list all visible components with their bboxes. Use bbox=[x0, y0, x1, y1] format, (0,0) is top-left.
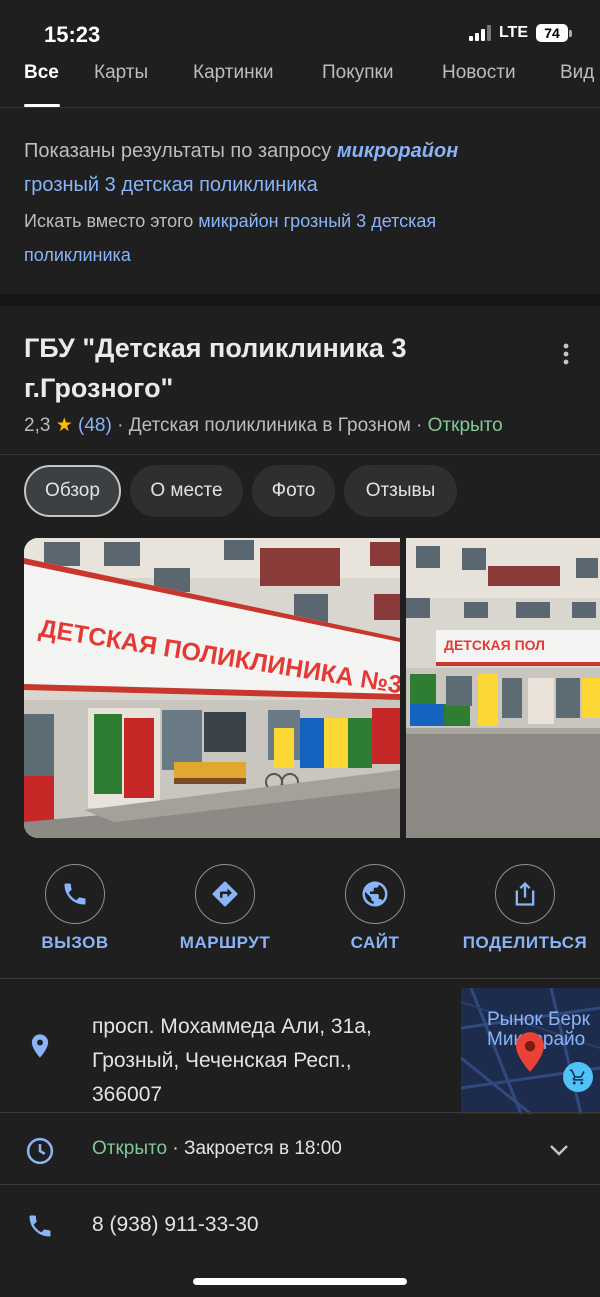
chip-overview[interactable]: Обзор bbox=[24, 465, 121, 517]
share-label: ПОДЕЛИТЬСЯ bbox=[462, 933, 588, 952]
divider bbox=[0, 1112, 600, 1113]
address-text: просп. Мохаммеда Али, 31а, Грозный, Чече… bbox=[92, 1015, 372, 1106]
place-photo[interactable]: ДЕТСКАЯ ПОЛ bbox=[406, 538, 600, 838]
search-instead-text: Искать вместо этого микрайон грозный 3 д… bbox=[24, 211, 437, 265]
hours-text: Открыто · Закроется в 18:00 bbox=[92, 1138, 342, 1160]
share-icon bbox=[515, 881, 535, 906]
corrected-query-link-rest[interactable]: грозный 3 детская поликлиника bbox=[24, 168, 318, 202]
network-type: LTE bbox=[498, 24, 528, 41]
tab-images[interactable]: Картинки bbox=[193, 62, 274, 84]
rating-value: 2,3 bbox=[24, 415, 51, 436]
hours-closing: · Закроется в 18:00 bbox=[167, 1138, 342, 1159]
more-options-icon[interactable] bbox=[556, 342, 576, 366]
divider bbox=[0, 1184, 600, 1185]
shown-results-text: Показаны результаты по запросу микрорайо… bbox=[24, 140, 459, 162]
star-icon: ★ bbox=[55, 415, 73, 436]
tab-all[interactable]: Все bbox=[24, 62, 59, 84]
chip-photos[interactable]: Фото bbox=[252, 465, 335, 517]
chip-about[interactable]: О месте bbox=[130, 465, 243, 517]
place-card: ГБУ "Детская поликлиника 3 г.Грозного" 2… bbox=[0, 306, 600, 1297]
location-pin-icon bbox=[31, 1034, 49, 1058]
website-label: САЙТ bbox=[350, 933, 400, 952]
mini-map[interactable]: Рынок Берк Микрорайо bbox=[461, 988, 600, 1114]
place-tabs: Обзор О месте Фото Отзывы bbox=[24, 465, 457, 517]
tab-video[interactable]: Вид bbox=[560, 62, 594, 84]
search-tabs: Все Карты Картинки Покупки Новости Вид bbox=[0, 60, 600, 108]
place-title[interactable]: ГБУ "Детская поликлиника 3 г.Грозного" bbox=[24, 328, 524, 408]
active-tab-indicator bbox=[24, 104, 60, 107]
status-indicators: LTE 74 bbox=[468, 24, 572, 42]
battery-icon: 74 bbox=[536, 24, 572, 42]
photo-sign-text: ДЕТСКАЯ ПОЛ bbox=[444, 637, 545, 653]
divider bbox=[0, 978, 600, 979]
photo-carousel[interactable]: ДЕТСКАЯ ПОЛИКЛИНИКА №3 ДЕТСКАЯ ПОЛ bbox=[24, 538, 600, 838]
tab-shopping[interactable]: Покупки bbox=[322, 62, 393, 84]
corrected-query-link[interactable]: микрорайон bbox=[337, 140, 458, 162]
website-button[interactable]: САЙТ bbox=[300, 864, 450, 953]
divider bbox=[0, 454, 600, 455]
action-buttons: ВЫЗОВ МАРШРУТ САЙТ ПОДЕЛИТЬСЯ bbox=[0, 864, 600, 974]
shopping-cart-icon bbox=[563, 1062, 593, 1092]
chevron-down-icon[interactable] bbox=[548, 1142, 570, 1158]
address-row[interactable]: просп. Мохаммеда Али, 31а, Грозный, Чече… bbox=[0, 980, 600, 1114]
signal-icon bbox=[468, 25, 491, 41]
original-query-link-rest[interactable]: поликлиника bbox=[24, 245, 131, 265]
hours-row[interactable]: Открыто · Закроется в 18:00 bbox=[0, 1114, 600, 1186]
spelling-correction: Показаны результаты по запросу микрорайо… bbox=[0, 108, 600, 294]
status-time: 15:23 bbox=[44, 22, 101, 47]
status-bar: 15:23 LTE 74 bbox=[0, 0, 600, 60]
directions-icon bbox=[212, 881, 238, 907]
hours-open-status: Открыто bbox=[92, 1138, 168, 1159]
battery-level: 74 bbox=[536, 24, 568, 42]
globe-icon bbox=[362, 881, 388, 907]
directions-button[interactable]: МАРШРУТ bbox=[150, 864, 300, 953]
phone-icon bbox=[64, 883, 86, 905]
phone-number: 8 (938) 911-33-30 bbox=[92, 1213, 259, 1236]
rating-row: 2,3 ★ (48) · Детская поликлиника в Грозн… bbox=[24, 414, 503, 437]
tab-maps[interactable]: Карты bbox=[94, 62, 148, 84]
home-indicator[interactable] bbox=[193, 1278, 407, 1285]
phone-row[interactable]: 8 (938) 911-33-30 bbox=[0, 1186, 600, 1266]
clock-icon bbox=[26, 1137, 54, 1165]
open-status: Открыто bbox=[427, 415, 503, 436]
section-separator bbox=[0, 294, 600, 306]
tab-news[interactable]: Новости bbox=[442, 62, 516, 84]
review-count-link[interactable]: (48) bbox=[78, 415, 112, 436]
phone-icon bbox=[29, 1215, 51, 1237]
directions-label: МАРШРУТ bbox=[179, 933, 271, 952]
share-button[interactable]: ПОДЕЛИТЬСЯ bbox=[450, 864, 600, 953]
call-button[interactable]: ВЫЗОВ bbox=[0, 864, 150, 953]
place-photo[interactable]: ДЕТСКАЯ ПОЛИКЛИНИКА №3 bbox=[24, 538, 400, 838]
original-query-link[interactable]: микрайон грозный 3 детская bbox=[198, 211, 436, 231]
map-marker-icon bbox=[516, 1032, 544, 1072]
call-label: ВЫЗОВ bbox=[41, 933, 109, 952]
place-category: · Детская поликлиника в Грозном · bbox=[117, 415, 423, 436]
chip-reviews[interactable]: Отзывы bbox=[344, 465, 457, 517]
